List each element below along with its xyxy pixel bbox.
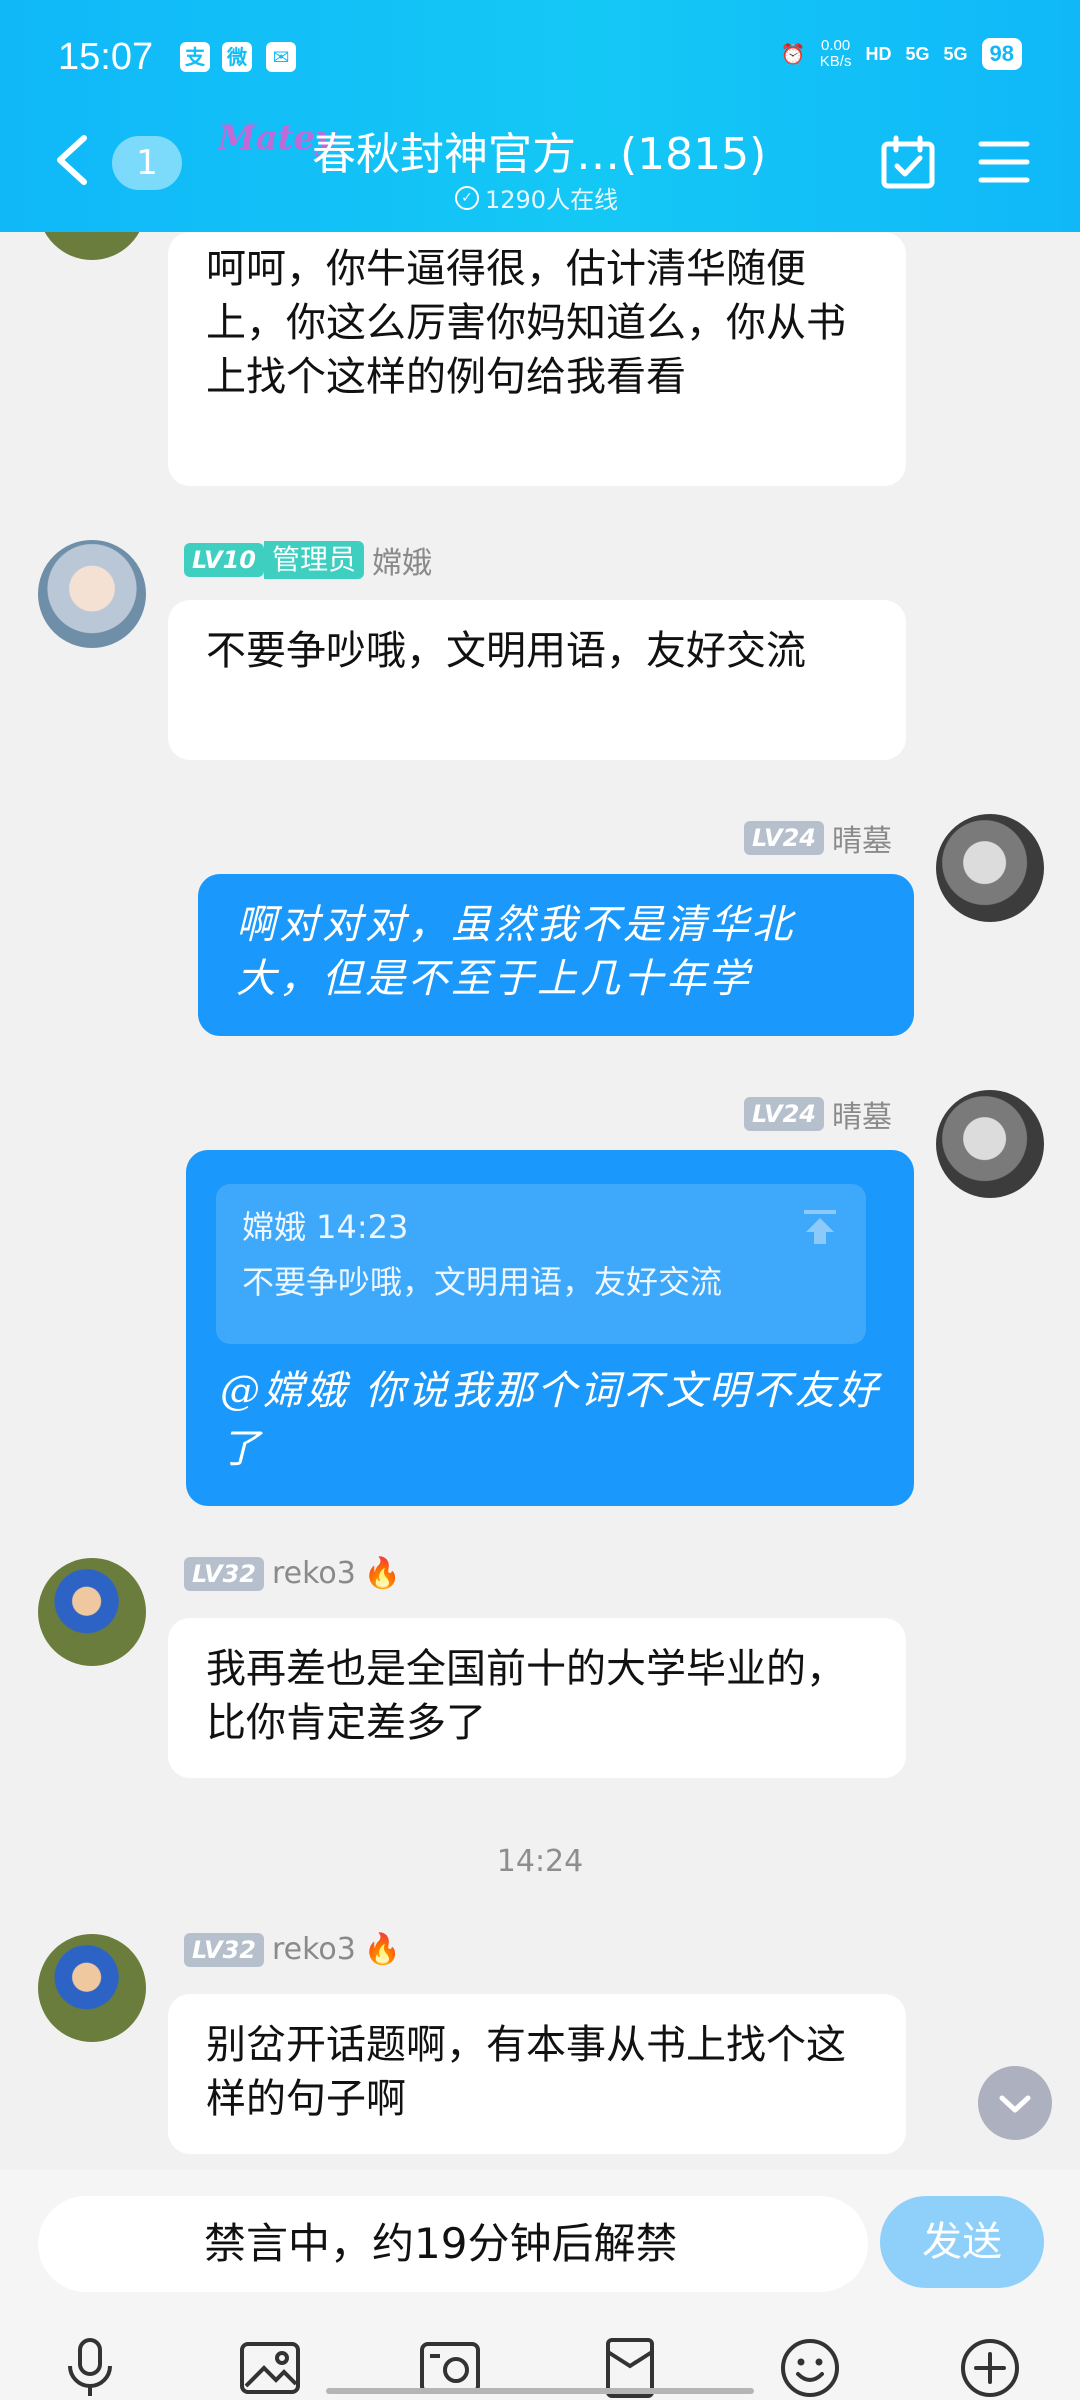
avatar[interactable]: [936, 814, 1044, 922]
reply-text: @嫦娥 你说我那个词不文明不友好了: [220, 1368, 881, 1472]
message-bubble[interactable]: 不要争吵哦，文明用语，友好交流: [168, 600, 906, 760]
message-icon: ✉: [266, 42, 296, 72]
avatar[interactable]: [38, 1934, 146, 2042]
status-right: ⏰ 0.00 KB/s HD 5G 5G 98: [781, 38, 1022, 70]
emoji-icon[interactable]: [778, 2336, 842, 2400]
fire-icon: 🔥: [363, 1932, 402, 1967]
message-list[interactable]: 呵呵，你牛逼得很，估计清华随便上，你这么厉害你妈知道么，你从书上找个这样的例句给…: [0, 232, 1080, 2170]
sender-meta: LV32 reko3 🔥: [184, 1932, 401, 1967]
message-bubble[interactable]: 呵呵，你牛逼得很，估计清华随便上，你这么厉害你妈知道么，你从书上找个这样的例句给…: [168, 232, 906, 486]
chevron-down-icon: [999, 2095, 1031, 2113]
group-title[interactable]: 春秋封神官方…(1815): [312, 118, 766, 182]
level-badge: LV32: [184, 1932, 264, 1967]
fire-icon: 🔥: [363, 1556, 402, 1591]
sender-name[interactable]: 晴墓: [832, 1092, 892, 1136]
calendar-checkin-icon[interactable]: [880, 134, 936, 190]
hd-icon: HD: [865, 43, 892, 64]
wechat-icon: 微: [222, 42, 252, 72]
input-bar: 禁言中，约19分钟后解禁 发送: [0, 2170, 1080, 2400]
scroll-to-bottom-button[interactable]: [978, 2066, 1052, 2140]
status-time: 15:07: [58, 36, 154, 78]
back-arrow-icon[interactable]: [48, 130, 98, 190]
quoted-message[interactable]: 嫦娥 14:23 不要争吵哦，文明用语，友好交流: [216, 1184, 866, 1344]
jump-to-quote-icon[interactable]: [800, 1208, 840, 1248]
sender-meta: LV24 晴墓: [744, 1092, 892, 1136]
microphone-icon[interactable]: [58, 2336, 122, 2400]
level-badge: LV24: [744, 821, 824, 855]
net-speed: 0.00 KB/s: [820, 38, 852, 70]
avatar[interactable]: [38, 1558, 146, 1666]
chat-header: 15:07 支 微 ✉ ⏰ 0.00 KB/s HD 5G 5G 98 1 Ma…: [0, 0, 1080, 232]
level-badge: LV32: [184, 1556, 264, 1591]
alarm-icon: ⏰: [780, 42, 806, 66]
muted-input-field[interactable]: 禁言中，约19分钟后解禁: [38, 2196, 868, 2292]
sender-name[interactable]: 嫦娥: [372, 538, 432, 582]
quote-body: 不要争吵哦，文明用语，友好交流: [242, 1263, 723, 1301]
avatar[interactable]: [38, 232, 146, 260]
sender-meta: LV10 管理员 嫦娥: [184, 538, 432, 582]
net-speed-unit: KB/s: [819, 53, 852, 70]
online-check-icon: ✓: [455, 185, 479, 210]
message-bubble[interactable]: 我再差也是全国前十的大学毕业的，比你肯定差多了: [168, 1618, 906, 1778]
quote-header: 嫦娥 14:23: [242, 1208, 409, 1246]
reply-message-bubble[interactable]: 嫦娥 14:23 不要争吵哦，文明用语，友好交流 @嫦娥 你说我那个词不文明不友…: [186, 1150, 914, 1506]
sender-name[interactable]: reko3: [272, 1932, 356, 1967]
sender-meta: LV24 晴墓: [744, 816, 892, 860]
admin-badge: 管理员: [263, 541, 364, 579]
plus-icon[interactable]: [958, 2336, 1022, 2400]
home-indicator[interactable]: [326, 2388, 754, 2394]
online-count: ✓ 1290人在线: [455, 180, 618, 215]
level-badge: LV24: [744, 1097, 824, 1131]
app-notification-icon: 支: [180, 42, 210, 72]
image-icon[interactable]: [238, 2336, 302, 2400]
level-badge: LV10: [184, 543, 264, 577]
avatar[interactable]: [936, 1090, 1044, 1198]
status-bar: 15:07 支 微 ✉ ⏰ 0.00 KB/s HD 5G 5G 98: [0, 30, 1080, 90]
signal-2: 5G: [943, 43, 968, 64]
avatar[interactable]: [38, 540, 146, 648]
message-bubble[interactable]: 别岔开话题啊，有本事从书上找个这样的句子啊: [168, 1994, 906, 2154]
signal-1: 5G: [905, 43, 930, 64]
unread-count-badge[interactable]: 1: [112, 136, 182, 190]
sender-name[interactable]: reko3: [272, 1556, 356, 1591]
sender-meta: LV32 reko3 🔥: [184, 1556, 401, 1591]
net-speed-value: 0.00: [821, 37, 851, 54]
menu-icon[interactable]: [978, 140, 1030, 184]
message-bubble[interactable]: 啊对对对，虽然我不是清华北大，但是不至于上几十年学: [198, 874, 914, 1036]
time-separator: 14:24: [496, 1844, 584, 1879]
battery-indicator: 98: [981, 38, 1022, 70]
sender-name[interactable]: 晴墓: [832, 816, 892, 860]
online-text: 1290人在线: [485, 186, 619, 214]
send-button[interactable]: 发送: [880, 2196, 1044, 2288]
